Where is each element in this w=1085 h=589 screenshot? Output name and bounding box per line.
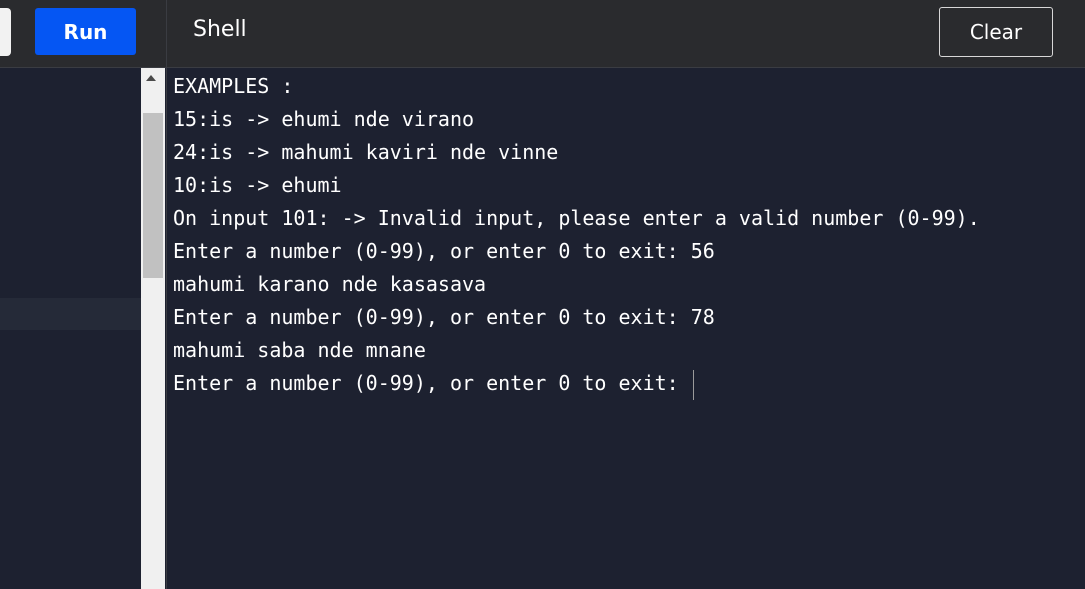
output-line: mahumi saba nde mnane — [173, 338, 426, 362]
output-line: Enter a number (0-99), or enter 0 to exi… — [173, 239, 715, 263]
editor-pane[interactable] — [0, 68, 141, 589]
output-line: mahumi karano nde kasasava — [173, 272, 487, 296]
clear-button[interactable]: Clear — [939, 7, 1053, 57]
toolbar: Run Shell Clear — [0, 0, 1085, 68]
output-line: EXAMPLES : — [173, 74, 294, 98]
active-line-highlight — [0, 298, 141, 330]
run-button[interactable]: Run — [35, 8, 136, 55]
output-line: 10:is -> ehumi — [173, 173, 342, 197]
shell-output[interactable]: EXAMPLES : 15:is -> ehumi nde virano 24:… — [173, 70, 1085, 589]
output-line: On input 101: -> Invalid input, please e… — [173, 206, 980, 230]
shell-title: Shell — [193, 17, 247, 42]
scroll-up-arrow-icon[interactable] — [146, 75, 156, 81]
editor-scrollbar[interactable] — [141, 68, 165, 589]
output-line: Enter a number (0-99), or enter 0 to exi… — [173, 305, 715, 329]
output-line: 24:is -> mahumi kaviri nde vinne — [173, 140, 559, 164]
output-line: 15:is -> ehumi nde virano — [173, 107, 475, 131]
text-cursor — [692, 369, 694, 400]
input-prompt-line[interactable]: Enter a number (0-99), or enter 0 to exi… — [173, 367, 1085, 400]
pane-divider — [166, 0, 167, 589]
scrollbar-thumb[interactable] — [143, 113, 163, 278]
input-prompt: Enter a number (0-99), or enter 0 to exi… — [173, 371, 691, 395]
editor-tab-stub[interactable] — [0, 8, 11, 56]
